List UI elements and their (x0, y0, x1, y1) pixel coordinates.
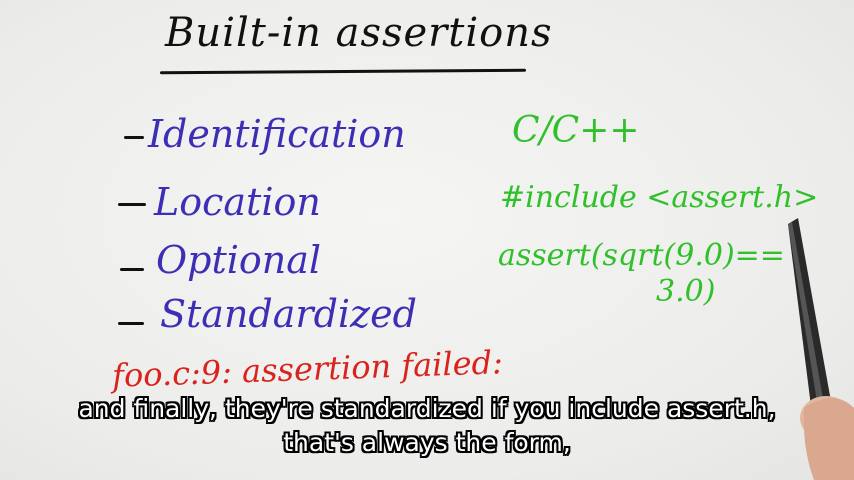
assert-line-2: 3.0) (656, 274, 716, 309)
title-underline (159, 68, 527, 75)
caption-line-2: that's always the form, (283, 428, 571, 457)
bullet-dash (118, 203, 146, 206)
whiteboard-title: Built-in assertions (165, 10, 553, 56)
caption-line-1: and finally, they're standardized if you… (78, 394, 776, 423)
language-label: C/C++ (512, 110, 640, 151)
bullet-dash (120, 268, 144, 271)
include-line: #include <assert.h> (500, 180, 819, 215)
item-standardized: Standardized (160, 292, 417, 336)
item-location: Location (154, 180, 321, 224)
bullet-dash (118, 322, 144, 325)
error-message: foo.c:9: assertion failed: (111, 343, 504, 395)
assert-line-1: assert(sqrt(9.0)== (498, 238, 785, 273)
item-optional: Optional (156, 238, 322, 282)
item-identification: Identification (148, 112, 406, 156)
bullet-dash (124, 136, 144, 139)
video-frame: Built-in assertions Identification Locat… (0, 0, 854, 480)
